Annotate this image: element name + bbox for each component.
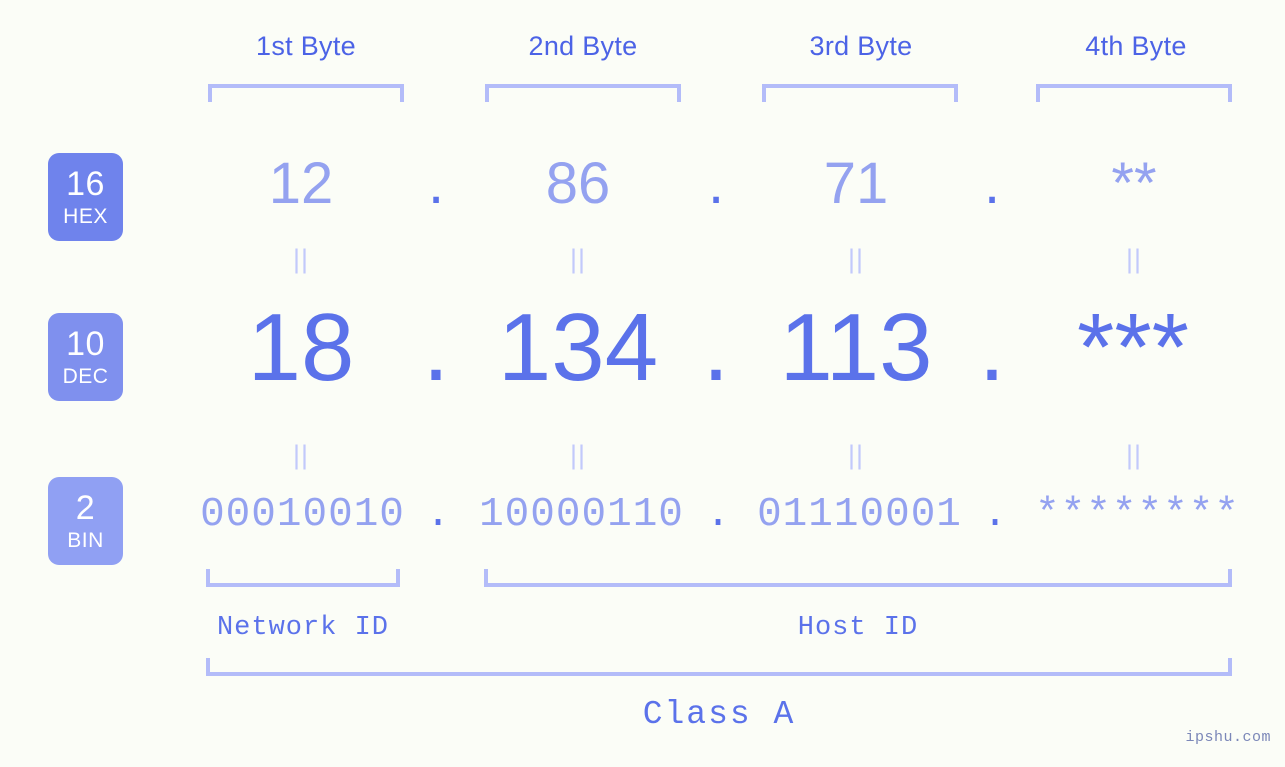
- byte-header-4: 4th Byte: [1085, 31, 1187, 61]
- byte-header-2: 2nd Byte: [528, 31, 638, 61]
- equals-mark-dec-bin-1: ||: [292, 440, 310, 470]
- base-badge-hex-number: 16: [66, 165, 105, 203]
- hex-octet-2: 86: [545, 151, 611, 216]
- byte-bracket-top-1: [208, 84, 404, 102]
- bin-separator-1: .: [425, 492, 451, 538]
- class-label: Class A: [642, 696, 796, 733]
- base-badge-bin-name: BIN: [67, 529, 104, 552]
- base-badge-hex-name: HEX: [63, 205, 108, 228]
- bin-separator-2: .: [705, 492, 731, 538]
- base-badge-bin: 2 BIN: [48, 477, 123, 565]
- base-badge-dec-number: 10: [66, 325, 105, 363]
- bin-octet-4: ********: [1035, 492, 1240, 538]
- bin-octet-3: 01110001: [757, 492, 962, 538]
- hex-octet-3: 71: [823, 151, 889, 216]
- equals-mark-hex-dec-4: ||: [1125, 244, 1143, 274]
- base-badge-dec-name: DEC: [62, 365, 109, 388]
- bin-octet-2: 10000110: [479, 492, 684, 538]
- equals-mark-hex-dec-3: ||: [847, 244, 865, 274]
- base-badge-hex: 16 HEX: [48, 153, 123, 241]
- dec-octet-4: ***: [1076, 294, 1190, 401]
- dec-octet-3: 113: [779, 294, 933, 401]
- equals-mark-dec-bin-3: ||: [847, 440, 865, 470]
- hex-separator-1: .: [427, 151, 445, 216]
- network-id-bracket: [206, 569, 400, 587]
- dec-separator-1: .: [422, 294, 450, 401]
- equals-mark-hex-dec-1: ||: [292, 244, 310, 274]
- byte-header-3: 3rd Byte: [809, 31, 913, 61]
- dec-octet-1: 18: [247, 294, 355, 401]
- class-bracket: [206, 658, 1232, 676]
- bin-octet-1: 00010010: [200, 492, 405, 538]
- dec-separator-2: .: [702, 294, 730, 401]
- dec-octet-2: 134: [497, 294, 659, 401]
- base-badge-bin-number: 2: [75, 489, 96, 527]
- hex-separator-2: .: [707, 151, 725, 216]
- equals-mark-dec-bin-2: ||: [569, 440, 587, 470]
- host-id-bracket: [484, 569, 1232, 587]
- hex-separator-3: .: [983, 151, 1001, 216]
- equals-mark-hex-dec-2: ||: [569, 244, 587, 274]
- base-badge-dec: 10 DEC: [48, 313, 123, 401]
- byte-header-1: 1st Byte: [256, 31, 356, 61]
- byte-bracket-top-3: [762, 84, 958, 102]
- dec-separator-3: .: [978, 294, 1006, 401]
- byte-bracket-top-2: [485, 84, 681, 102]
- byte-bracket-top-4: [1036, 84, 1232, 102]
- bin-separator-3: .: [982, 492, 1008, 538]
- hex-octet-1: 12: [268, 151, 334, 216]
- ip-address-breakdown-diagram: 1st Byte 2nd Byte 3rd Byte 4th Byte 16 H…: [0, 0, 1285, 767]
- host-id-label: Host ID: [797, 613, 919, 643]
- site-watermark: ipshu.com: [1185, 729, 1271, 746]
- equals-mark-dec-bin-4: ||: [1125, 440, 1143, 470]
- hex-octet-4: **: [1111, 151, 1157, 216]
- network-id-label: Network ID: [216, 613, 390, 643]
